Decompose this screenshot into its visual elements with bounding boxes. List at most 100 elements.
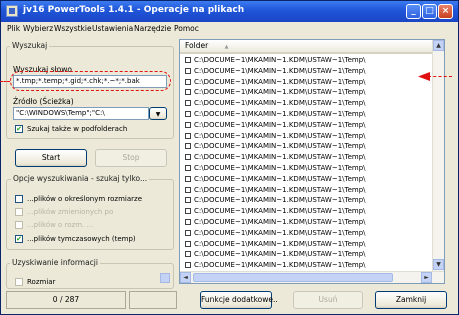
application-window: jv16 PowerTools 1.4.1 - Operacje na plik…: [0, 0, 459, 315]
list-item[interactable]: C:\DOCUME~1\MKAMIN~1.KDM\USTAW~1\Temp\: [180, 185, 432, 196]
folder-path: C:\DOCUME~1\MKAMIN~1.KDM\USTAW~1\Temp\: [194, 142, 366, 151]
list-item[interactable]: C:\DOCUME~1\MKAMIN~1.KDM\USTAW~1\Temp\: [180, 163, 432, 174]
row-checkbox[interactable]: [185, 143, 191, 150]
row-checkbox[interactable]: [185, 251, 191, 258]
row-checkbox[interactable]: [185, 208, 191, 215]
row-checkbox[interactable]: [185, 110, 191, 117]
option-modified-label: ...plików zmienionych po: [27, 208, 114, 216]
scroll-right-icon[interactable]: ►: [421, 272, 432, 283]
option-modified-checkbox[interactable]: [15, 208, 23, 216]
list-item[interactable]: C:\DOCUME~1\MKAMIN~1.KDM\USTAW~1\Temp\: [180, 141, 432, 152]
menu-wybierz[interactable]: Wybierz: [23, 24, 53, 33]
stop-button[interactable]: Stop: [95, 149, 167, 167]
chevron-down-icon: ▼: [155, 111, 161, 118]
row-checkbox[interactable]: [185, 218, 191, 225]
column-header-folder[interactable]: Folder ▲: [180, 40, 432, 54]
menu-plik[interactable]: Plik: [7, 24, 20, 33]
source-dropdown-button[interactable]: ▼: [149, 107, 167, 120]
list-item[interactable]: C:\DOCUME~1\MKAMIN~1.KDM\USTAW~1\Temp\: [180, 249, 432, 260]
title-bar[interactable]: jv16 PowerTools 1.4.1 - Operacje na plik…: [1, 1, 458, 22]
search-options-label: Opcje wyszukiwania - szukaj tylko...: [11, 174, 150, 183]
list-item[interactable]: C:\DOCUME~1\MKAMIN~1.KDM\USTAW~1\Temp\: [180, 260, 432, 271]
menu-wszystkie[interactable]: Wszystkie: [54, 24, 92, 33]
folder-path: C:\DOCUME~1\MKAMIN~1.KDM\USTAW~1\Temp\: [194, 163, 366, 172]
window-title: jv16 PowerTools 1.4.1 - Operacje na plik…: [23, 5, 245, 15]
folder-path: C:\DOCUME~1\MKAMIN~1.KDM\USTAW~1\Temp\: [194, 174, 366, 183]
list-item[interactable]: C:\DOCUME~1\MKAMIN~1.KDM\USTAW~1\Temp\: [180, 206, 432, 217]
list-item[interactable]: C:\DOCUME~1\MKAMIN~1.KDM\USTAW~1\Temp\: [180, 109, 432, 120]
row-checkbox[interactable]: [185, 164, 191, 171]
scroll-down-icon[interactable]: ▼: [433, 259, 444, 270]
row-checkbox[interactable]: [185, 132, 191, 139]
row-checkbox[interactable]: [185, 175, 191, 182]
menu-pomoc[interactable]: Pomoc: [174, 24, 199, 33]
maximize-button[interactable]: □: [422, 4, 437, 19]
status-panel-empty: [129, 291, 177, 309]
list-item[interactable]: C:\DOCUME~1\MKAMIN~1.KDM\USTAW~1\Temp\: [180, 239, 432, 250]
list-item[interactable]: C:\DOCUME~1\MKAMIN~1.KDM\USTAW~1\Temp\: [180, 87, 432, 98]
horizontal-scrollbar[interactable]: ◄ ►: [180, 271, 444, 283]
folder-path: C:\DOCUME~1\MKAMIN~1.KDM\USTAW~1\Temp\: [194, 120, 366, 129]
list-item[interactable]: C:\DOCUME~1\MKAMIN~1.KDM\USTAW~1\Temp\: [180, 55, 432, 66]
start-button[interactable]: Start: [15, 149, 87, 167]
row-checkbox[interactable]: [185, 186, 191, 193]
file-count-status: 0 / 287: [6, 291, 126, 309]
menu-ustawienia[interactable]: Ustawienia: [92, 24, 133, 33]
folder-path: C:\DOCUME~1\MKAMIN~1.KDM\USTAW~1\Temp\: [194, 261, 366, 270]
info-scroll-icon: [160, 273, 170, 283]
option-temp-checkbox[interactable]: ✔: [15, 235, 23, 243]
minimize-button[interactable]: _: [406, 4, 421, 19]
folder-path: C:\DOCUME~1\MKAMIN~1.KDM\USTAW~1\Temp\: [194, 196, 366, 205]
row-checkbox[interactable]: [185, 67, 191, 74]
row-checkbox[interactable]: [185, 229, 191, 236]
list-item[interactable]: C:\DOCUME~1\MKAMIN~1.KDM\USTAW~1\Temp\: [180, 174, 432, 185]
close-button[interactable]: Zamknij: [375, 291, 447, 309]
sort-ascending-icon: ▲: [224, 44, 229, 50]
scroll-up-icon[interactable]: ▲: [433, 40, 444, 51]
results-list[interactable]: Folder ▲ C:\DOCUME~1\MKAMIN~1.KDM\USTAW~…: [179, 39, 445, 284]
folder-path: C:\DOCUME~1\MKAMIN~1.KDM\USTAW~1\Temp\: [194, 250, 366, 259]
extra-functions-button[interactable]: Funkcje dodatkowe..: [200, 291, 278, 309]
scroll-left-icon[interactable]: ◄: [180, 272, 191, 283]
vertical-scrollbar[interactable]: ▲ ▼: [432, 40, 444, 271]
list-item[interactable]: C:\DOCUME~1\MKAMIN~1.KDM\USTAW~1\Temp\: [180, 228, 432, 239]
list-item[interactable]: C:\DOCUME~1\MKAMIN~1.KDM\USTAW~1\Temp\: [180, 77, 432, 88]
source-path-input[interactable]: "C:\WINDOWS\Temp";"C:\: [13, 107, 149, 120]
horizontal-scroll-thumb[interactable]: [193, 273, 393, 282]
list-item[interactable]: C:\DOCUME~1\MKAMIN~1.KDM\USTAW~1\Temp\: [180, 195, 432, 206]
folder-path: C:\DOCUME~1\MKAMIN~1.KDM\USTAW~1\Temp\: [194, 99, 366, 108]
option-size-checkbox[interactable]: [15, 195, 23, 203]
row-checkbox[interactable]: [185, 121, 191, 128]
list-item[interactable]: C:\DOCUME~1\MKAMIN~1.KDM\USTAW~1\Temp\: [180, 98, 432, 109]
row-checkbox[interactable]: [185, 89, 191, 96]
row-checkbox[interactable]: [185, 57, 191, 63]
row-checkbox[interactable]: [185, 197, 191, 204]
folder-path: C:\DOCUME~1\MKAMIN~1.KDM\USTAW~1\Temp\: [194, 131, 366, 140]
row-checkbox[interactable]: [185, 262, 191, 269]
option-dim3-checkbox[interactable]: [15, 221, 23, 229]
list-item[interactable]: C:\DOCUME~1\MKAMIN~1.KDM\USTAW~1\Temp\: [180, 131, 432, 142]
info-size-label: Rozmiar: [27, 278, 56, 286]
menu-narzedzie[interactable]: Narzędzie: [134, 24, 171, 33]
delete-button[interactable]: Usuń: [293, 291, 363, 309]
close-window-button[interactable]: ×: [438, 4, 453, 19]
row-checkbox[interactable]: [185, 100, 191, 107]
results-rows: C:\DOCUME~1\MKAMIN~1.KDM\USTAW~1\Temp\ C:…: [180, 55, 432, 282]
folder-path: C:\DOCUME~1\MKAMIN~1.KDM\USTAW~1\Temp\: [194, 228, 366, 237]
folder-path: C:\DOCUME~1\MKAMIN~1.KDM\USTAW~1\Temp\: [194, 88, 366, 97]
row-checkbox[interactable]: [185, 240, 191, 247]
menu-bar: Plik Wybierz Wszystkie Ustawienia Narzęd…: [1, 22, 458, 36]
info-size-checkbox[interactable]: [15, 278, 23, 286]
row-checkbox[interactable]: [185, 78, 191, 85]
list-item[interactable]: C:\DOCUME~1\MKAMIN~1.KDM\USTAW~1\Temp\: [180, 152, 432, 163]
annotation-arrow-left: [0, 81, 10, 82]
option-dim3-label: ...plików o rozm. ...: [27, 221, 94, 229]
list-item[interactable]: C:\DOCUME~1\MKAMIN~1.KDM\USTAW~1\Temp\: [180, 66, 432, 77]
row-checkbox[interactable]: [185, 154, 191, 161]
folder-path: C:\DOCUME~1\MKAMIN~1.KDM\USTAW~1\Temp\: [194, 207, 366, 216]
subfolders-checkbox[interactable]: ✔: [15, 125, 23, 133]
source-path-label: Źródło (Ścieżka): [13, 97, 74, 106]
list-item[interactable]: C:\DOCUME~1\MKAMIN~1.KDM\USTAW~1\Temp\: [180, 120, 432, 131]
list-item[interactable]: C:\DOCUME~1\MKAMIN~1.KDM\USTAW~1\Temp\: [180, 217, 432, 228]
folder-path: C:\DOCUME~1\MKAMIN~1.KDM\USTAW~1\Temp\: [194, 109, 366, 118]
